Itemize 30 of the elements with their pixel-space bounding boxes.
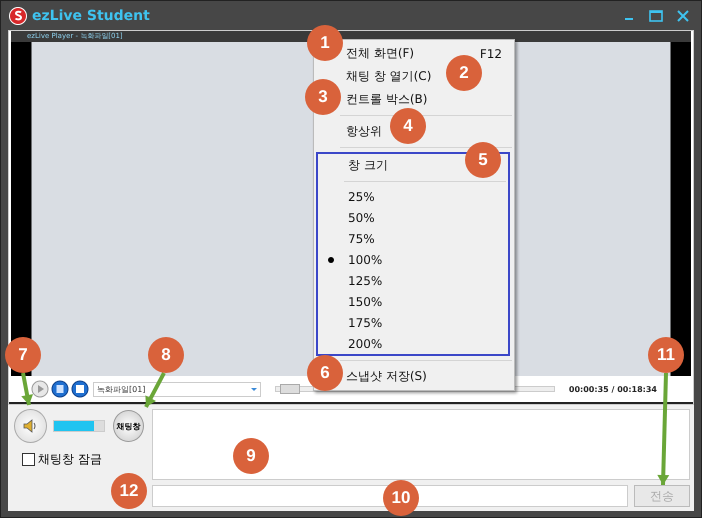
menu-item[interactable]: 채팅 창 열기(C) bbox=[346, 68, 432, 85]
menu-item[interactable]: 컨트롤 박스(B) bbox=[346, 91, 428, 108]
seek-thumb[interactable] bbox=[280, 384, 300, 394]
window-title: ezLive Student bbox=[32, 8, 151, 24]
size-option[interactable]: 75% bbox=[318, 228, 508, 249]
shortcut-label: F12 bbox=[480, 46, 502, 60]
size-option[interactable]: 150% bbox=[318, 291, 508, 312]
maximize-icon[interactable] bbox=[649, 10, 663, 22]
size-option[interactable]: 125% bbox=[318, 270, 508, 291]
size-option[interactable]: 50% bbox=[318, 207, 508, 228]
caret-icon bbox=[251, 388, 257, 394]
size-option[interactable]: 200% bbox=[318, 333, 508, 354]
chat-window-button[interactable]: 채팅창 bbox=[113, 410, 144, 442]
size-option[interactable]: 25% bbox=[318, 186, 508, 207]
menu-header: 창 크기 bbox=[348, 157, 388, 174]
close-icon[interactable] bbox=[677, 10, 689, 22]
stop-icon[interactable] bbox=[71, 380, 89, 398]
menu-item[interactable]: 전체 화면(F) bbox=[346, 45, 414, 62]
chat-input-field[interactable] bbox=[152, 485, 628, 507]
playback-time: 00:00:35 / 00:18:34 bbox=[568, 384, 657, 394]
menu-item[interactable]: 항상위 bbox=[346, 123, 382, 140]
file-dropdown[interactable]: 녹화파일[01] bbox=[93, 382, 261, 396]
lock-checkbox[interactable] bbox=[22, 453, 35, 466]
menu-item[interactable]: 스냅샷 저장(S) bbox=[346, 368, 427, 385]
lock-label: 채팅창 잠금 bbox=[38, 451, 102, 468]
speaker-button[interactable] bbox=[14, 409, 47, 443]
size-option[interactable]: 175% bbox=[318, 312, 508, 333]
size-option[interactable]: 100% bbox=[318, 249, 508, 270]
speaker-icon bbox=[22, 418, 38, 434]
logo-icon bbox=[9, 6, 27, 24]
